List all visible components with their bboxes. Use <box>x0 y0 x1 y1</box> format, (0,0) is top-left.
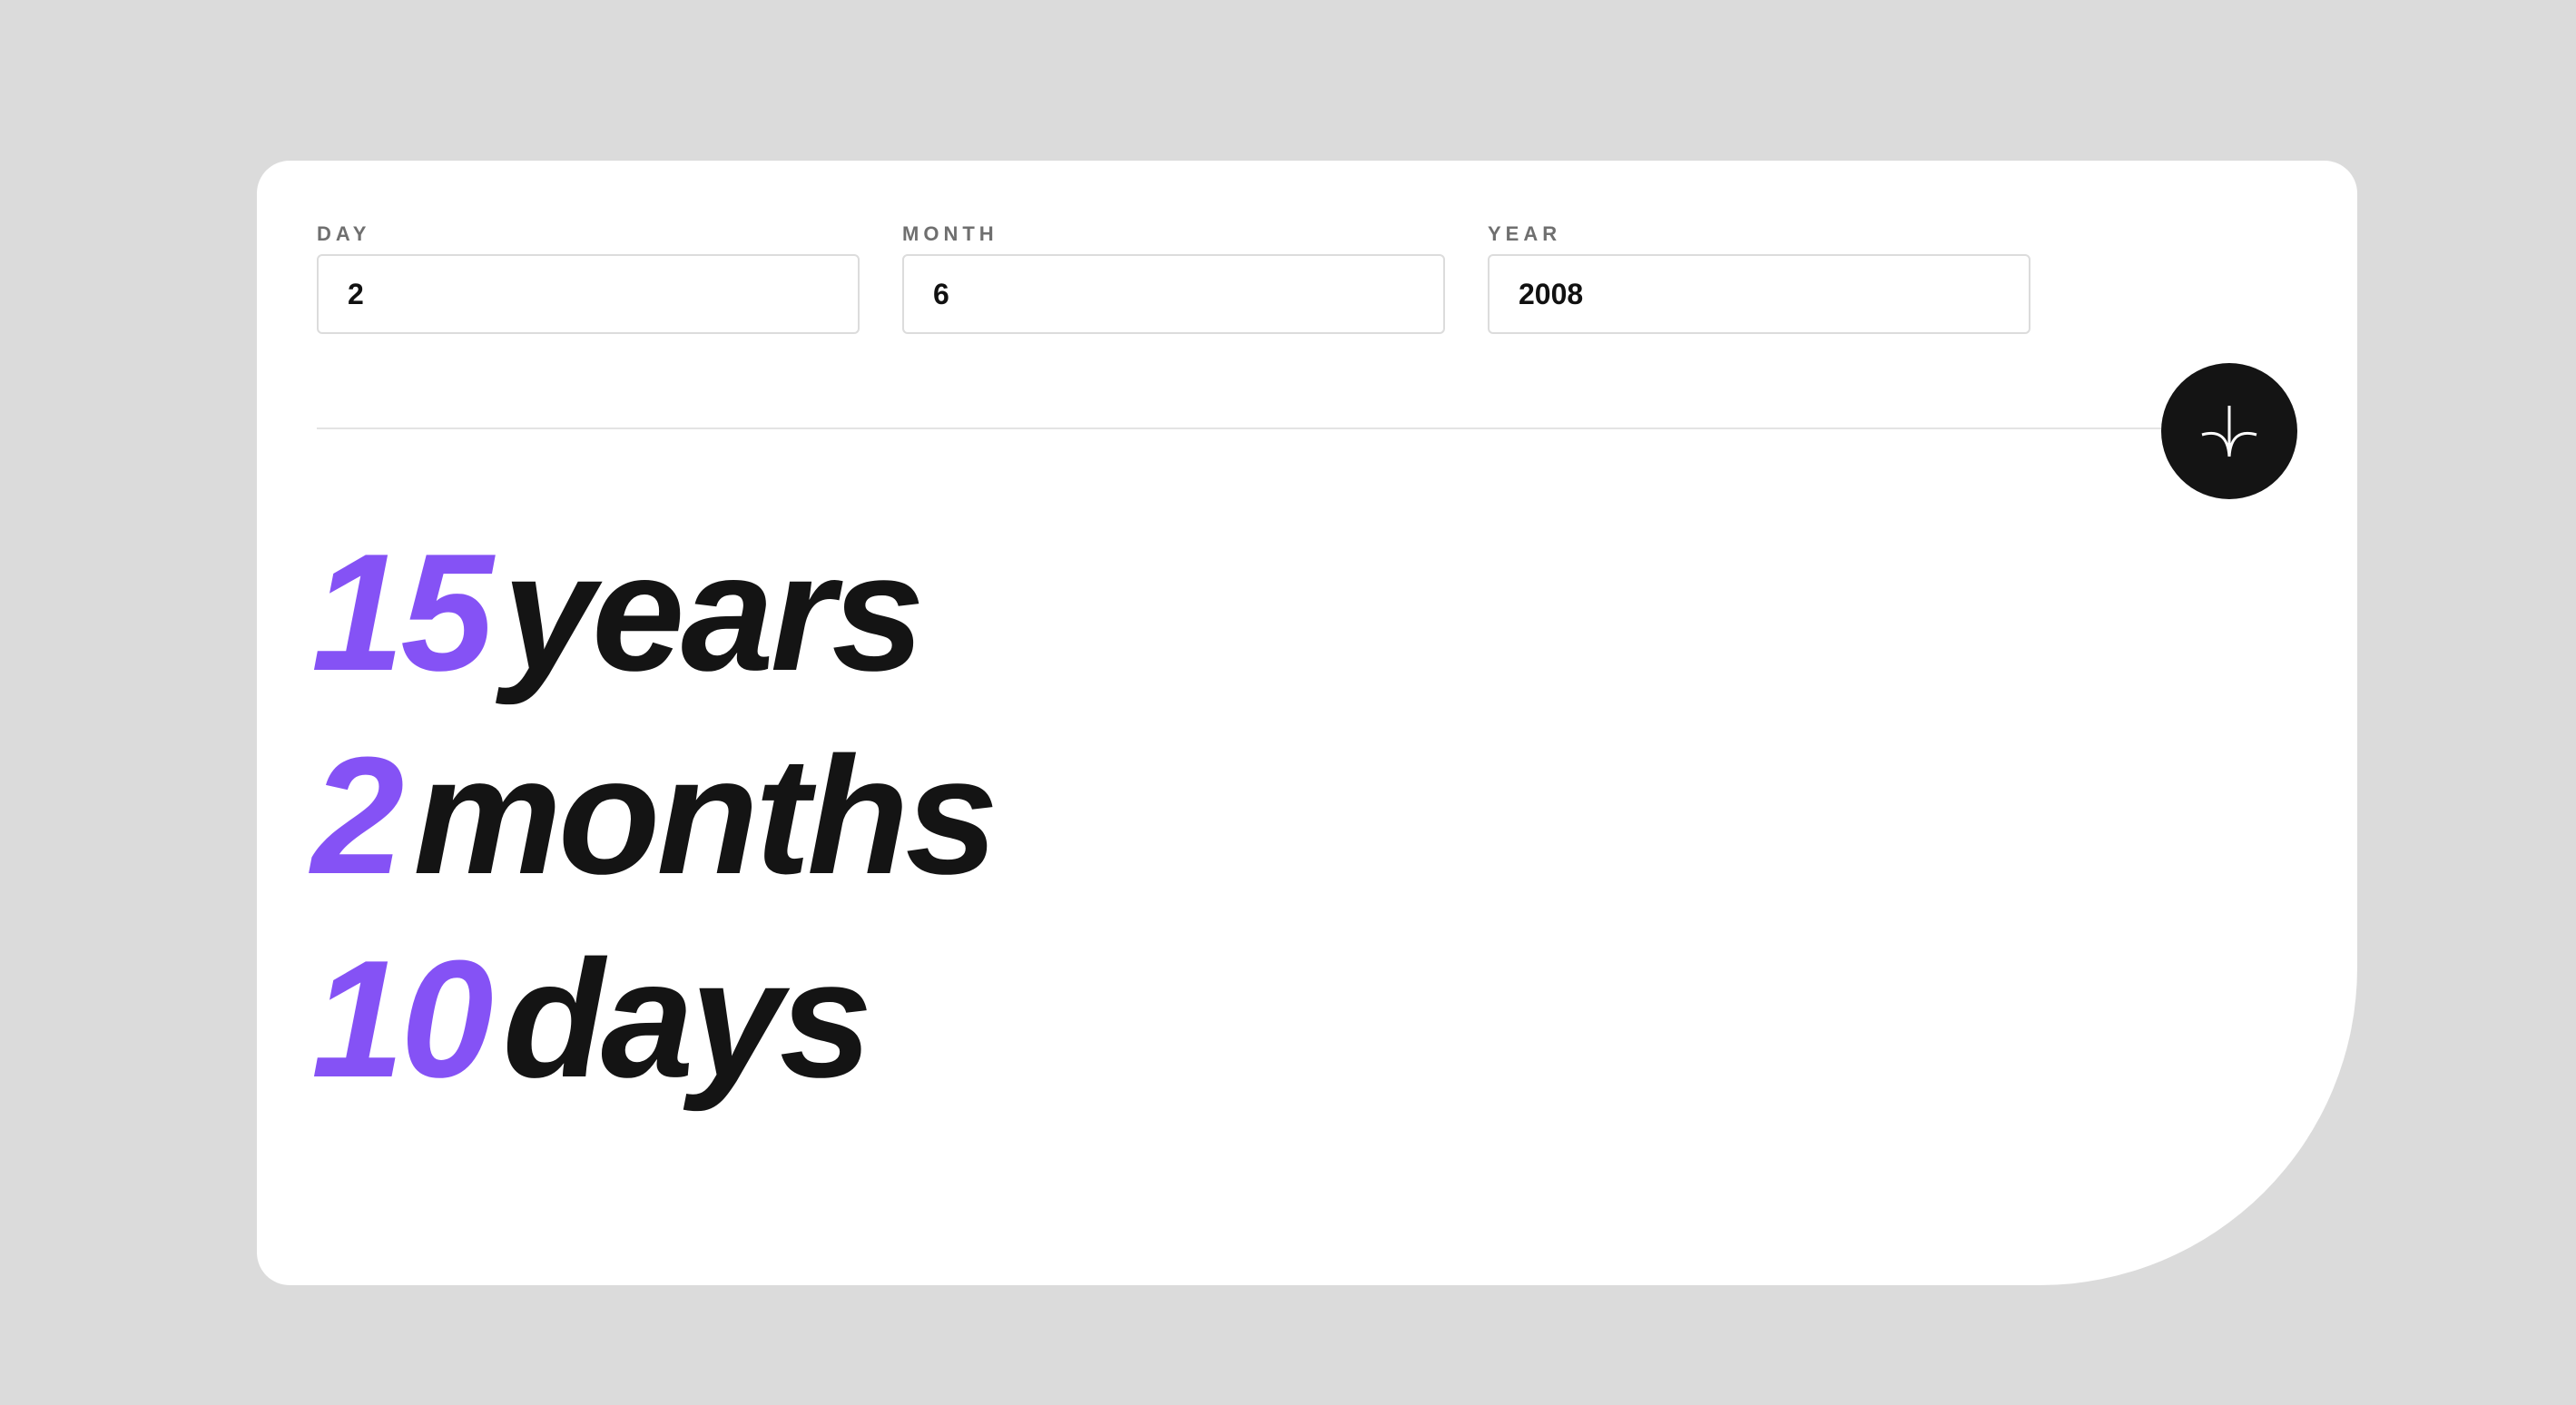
arrow-down-icon <box>2201 406 2257 457</box>
result-years: 15years <box>311 518 925 705</box>
years-value: 15 <box>311 518 494 705</box>
year-label: YEAR <box>1488 222 1562 245</box>
result-months: 2months <box>311 722 998 909</box>
divider <box>317 427 2277 429</box>
months-value: 2 <box>311 722 404 909</box>
month-field: MONTH <box>902 222 1445 334</box>
day-label: DAY <box>317 222 371 245</box>
submit-button[interactable] <box>2161 363 2297 499</box>
month-input[interactable] <box>902 254 1445 334</box>
years-unit: years <box>502 518 925 705</box>
year-input[interactable] <box>1488 254 2030 334</box>
result-days: 10days <box>311 925 872 1112</box>
months-unit: months <box>413 722 998 909</box>
days-unit: days <box>502 925 872 1112</box>
age-calculator-card: DAY MONTH YEAR 15years 2months 10days <box>257 161 2357 1285</box>
day-field: DAY <box>317 222 860 334</box>
year-field: YEAR <box>1488 222 2030 334</box>
days-value: 10 <box>311 925 494 1112</box>
day-input[interactable] <box>317 254 860 334</box>
month-label: MONTH <box>902 222 998 245</box>
